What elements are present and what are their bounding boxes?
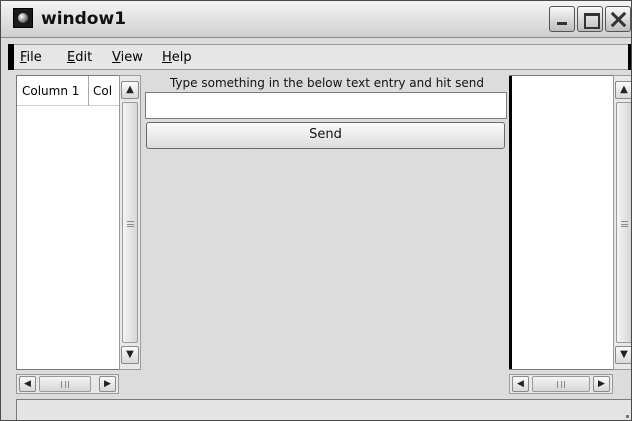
window-title: window1 bbox=[41, 9, 127, 29]
menu-view-mnemonic: V bbox=[112, 50, 121, 65]
menu-bar: File Edit View Help bbox=[8, 44, 631, 70]
grip-icon bbox=[621, 221, 628, 227]
menu-file-label: ile bbox=[26, 50, 42, 65]
left-vertical-scrollbar[interactable]: ▲ ▼ bbox=[119, 75, 141, 370]
chevron-left-icon[interactable]: ◀ bbox=[19, 376, 36, 392]
chevron-up-icon[interactable]: ▲ bbox=[615, 81, 631, 99]
right-horizontal-scroll-thumb[interactable] bbox=[532, 376, 590, 392]
app-icon[interactable] bbox=[13, 8, 33, 28]
minimize-button[interactable] bbox=[549, 6, 575, 32]
grip-icon bbox=[557, 381, 565, 388]
center-panel: Type something in the below text entry a… bbox=[145, 75, 509, 370]
status-bar bbox=[16, 399, 631, 420]
menu-view[interactable]: View bbox=[112, 50, 143, 65]
menu-view-label: iew bbox=[120, 50, 143, 65]
right-text-view[interactable] bbox=[509, 75, 613, 370]
chevron-right-icon[interactable]: ▶ bbox=[593, 376, 610, 392]
resize-grip-icon[interactable] bbox=[626, 415, 629, 418]
menu-edit-mnemonic: E bbox=[67, 50, 76, 65]
instruction-label: Type something in the below text entry a… bbox=[169, 76, 485, 90]
grip-icon bbox=[127, 221, 134, 227]
chevron-right-icon[interactable]: ▶ bbox=[99, 376, 116, 392]
right-horizontal-scrollbar[interactable]: ◀ ▶ bbox=[509, 374, 613, 394]
left-list[interactable]: Column 1 Col bbox=[16, 75, 119, 370]
column-2-header[interactable]: Col bbox=[89, 76, 119, 106]
menu-help[interactable]: Help bbox=[162, 50, 192, 65]
menu-edit[interactable]: Edit bbox=[67, 50, 92, 65]
chevron-up-icon[interactable]: ▲ bbox=[121, 81, 139, 99]
left-horizontal-scrollbar[interactable]: ◀ ▶ bbox=[16, 374, 119, 394]
menu-help-mnemonic: H bbox=[162, 50, 172, 65]
title-bar[interactable]: window1 bbox=[1, 1, 631, 38]
menu-edit-label: dit bbox=[75, 50, 93, 65]
right-vertical-scrollbar[interactable]: ▲ ▼ bbox=[613, 75, 631, 370]
chevron-down-icon[interactable]: ▼ bbox=[615, 346, 631, 364]
right-vertical-scroll-thumb[interactable] bbox=[616, 102, 631, 343]
close-button[interactable] bbox=[605, 6, 631, 32]
message-entry[interactable] bbox=[145, 92, 507, 119]
column-1-header[interactable]: Column 1 bbox=[17, 76, 89, 106]
app-window: window1 File Edit View Help Column 1 Col… bbox=[0, 0, 632, 421]
send-button[interactable]: Send bbox=[146, 122, 505, 149]
chevron-left-icon[interactable]: ◀ bbox=[512, 376, 529, 392]
menu-help-label: elp bbox=[171, 50, 192, 65]
menu-file[interactable]: File bbox=[20, 50, 42, 65]
chevron-down-icon[interactable]: ▼ bbox=[121, 346, 139, 364]
left-horizontal-scroll-thumb[interactable] bbox=[39, 376, 91, 392]
left-vertical-scroll-thumb[interactable] bbox=[122, 102, 138, 343]
grip-icon bbox=[61, 381, 69, 388]
maximize-button[interactable] bbox=[577, 6, 603, 32]
